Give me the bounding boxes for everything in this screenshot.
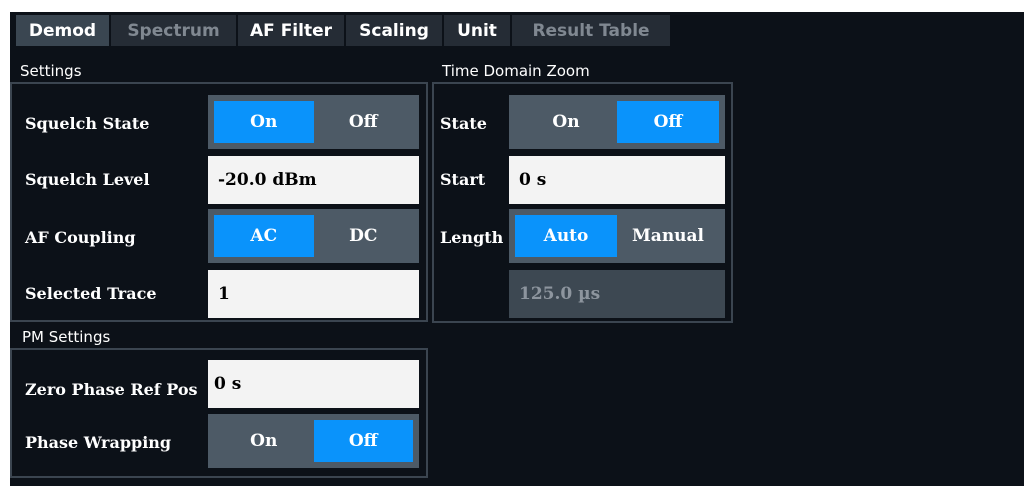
af-coupling-ac-button[interactable]: AC — [214, 215, 314, 257]
phase-wrapping-off-button[interactable]: Off — [313, 420, 413, 462]
squelch-level-label: Squelch Level — [25, 170, 150, 189]
settings-title: Settings — [20, 62, 82, 80]
phase-wrapping-toggle: On Off — [208, 414, 419, 468]
af-coupling-dc-button[interactable]: DC — [314, 215, 414, 257]
tdz-state-toggle: On Off — [509, 95, 725, 149]
tdz-length-auto-button[interactable]: Auto — [515, 215, 617, 257]
tdz-start-field[interactable]: 0 s — [509, 156, 725, 204]
squelch-state-on-button[interactable]: On — [214, 101, 314, 143]
tdz-length-label: Length — [440, 228, 504, 247]
squelch-state-toggle: On Off — [208, 95, 419, 149]
tab-af-filter[interactable]: AF Filter — [238, 15, 344, 46]
tdz-state-label: State — [440, 114, 487, 133]
demod-dialog: Settings Squelch State On Off Squelch Le… — [10, 46, 1024, 486]
tdz-length-manual-button[interactable]: Manual — [617, 215, 719, 257]
af-coupling-label: AF Coupling — [25, 228, 136, 247]
time-domain-zoom-title: Time Domain Zoom — [442, 62, 590, 80]
tab-demod[interactable]: Demod — [16, 15, 109, 46]
zero-phase-ref-pos-field[interactable]: 0 s — [208, 360, 419, 408]
tdz-length-toggle: Auto Manual — [509, 209, 725, 263]
squelch-state-off-button[interactable]: Off — [314, 101, 414, 143]
tdz-length-value-field: 125.0 µs — [509, 270, 725, 318]
tab-spectrum[interactable]: Spectrum — [111, 15, 236, 46]
squelch-state-label: Squelch State — [25, 114, 150, 133]
squelch-level-field[interactable]: -20.0 dBm — [208, 156, 419, 204]
af-coupling-toggle: AC DC — [208, 209, 419, 263]
phase-wrapping-on-button[interactable]: On — [214, 420, 314, 462]
tdz-state-on-button[interactable]: On — [515, 101, 617, 143]
pm-settings-title: PM Settings — [22, 328, 111, 346]
tab-result-table[interactable]: Result Table — [512, 15, 670, 46]
tdz-start-label: Start — [440, 170, 486, 189]
tdz-state-off-button[interactable]: Off — [617, 101, 719, 143]
tab-unit[interactable]: Unit — [444, 15, 510, 46]
selected-trace-field[interactable]: 1 — [208, 270, 419, 318]
tab-bar: Demod Spectrum AF Filter Scaling Unit Re… — [10, 12, 1024, 46]
phase-wrapping-label: Phase Wrapping — [25, 433, 172, 452]
selected-trace-label: Selected Trace — [25, 284, 157, 303]
tab-scaling[interactable]: Scaling — [346, 15, 442, 46]
zero-phase-ref-pos-label: Zero Phase Ref Pos — [25, 380, 198, 399]
